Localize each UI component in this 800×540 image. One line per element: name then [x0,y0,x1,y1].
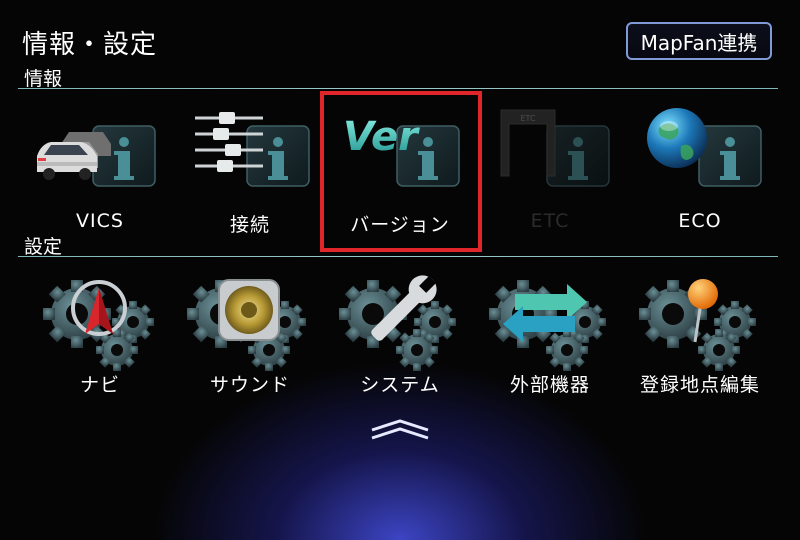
registered-points-tile[interactable]: 登録地点編集 [625,272,775,422]
info-divider [18,88,778,89]
etc-tile: ETC ETC [475,98,625,248]
mapfan-link-button[interactable]: MapFan連携 [626,22,772,60]
vics-label: VICS [76,210,124,232]
wrench-gear-icon [339,275,456,371]
etc-label: ETC [530,210,570,232]
etc-icon-text: ETC [520,114,535,123]
cars-info-icon [37,125,156,187]
registered-points-label: 登録地点編集 [639,374,760,396]
etc-info-icon: ETC [500,109,610,187]
chevron-up-icon[interactable] [368,418,432,440]
vics-tile[interactable]: VICS [25,98,175,248]
version-info-icon: Ver [343,114,460,187]
navi-gear-icon [43,280,154,371]
connection-label: 接続 [229,214,270,236]
navi-tile[interactable]: ナビ [25,272,175,422]
external-device-tile[interactable]: 外部機器 [475,272,625,422]
eco-tile[interactable]: ECO [625,98,775,248]
info-section-label: 情報 [24,68,63,90]
version-label: バージョン [350,214,450,236]
connection-tile[interactable]: 接続 [175,98,325,248]
navi-label: ナビ [79,374,120,396]
globe-info-icon [647,108,762,187]
sound-label: サウンド [209,374,290,396]
system-tile[interactable]: システム [325,272,475,422]
settings-divider [18,256,778,257]
pin-gear-icon [639,279,756,371]
system-label: システム [360,374,440,396]
eco-label: ECO [678,210,722,232]
external-device-label: 外部機器 [509,374,590,396]
version-tile[interactable]: Ver バージョン [325,98,475,248]
speaker-gear-icon [187,279,306,371]
page-title: 情報・設定 [22,30,158,60]
connectors-info-icon [195,112,310,187]
arrows-gear-icon [489,280,606,371]
sound-tile[interactable]: サウンド [175,272,325,422]
version-icon-text: Ver [343,114,420,160]
